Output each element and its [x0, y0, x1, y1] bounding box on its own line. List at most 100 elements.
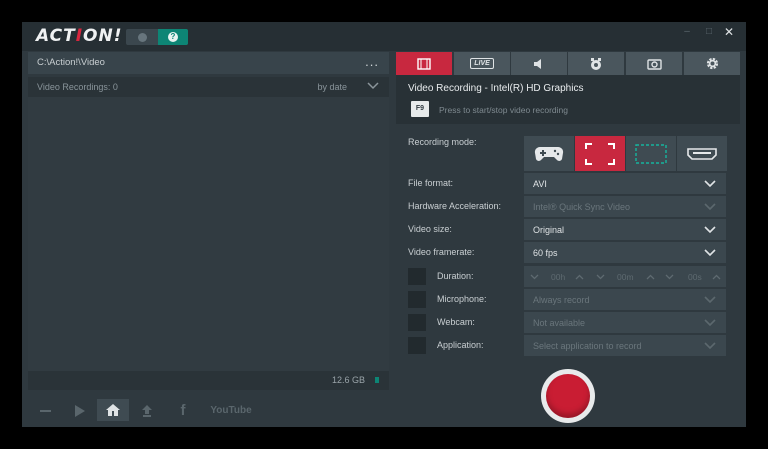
title-bar: ACTION! ? – □ ✕	[22, 22, 746, 51]
mode-fullscreen[interactable]	[575, 136, 625, 171]
toggle-off-dot	[138, 33, 147, 42]
video-recording-header: Video Recording - Intel(R) HD Graphics F…	[396, 75, 740, 124]
help-icon: ?	[168, 32, 178, 42]
recordings-path-bar: C:\Action!\Video ...	[28, 52, 389, 74]
hotkey-hint: Press to start/stop video recording	[439, 105, 568, 115]
fullscreen-icon	[585, 142, 615, 165]
video-size-value: Original	[533, 225, 565, 235]
application-value: Select application to record	[533, 341, 642, 351]
home-icon[interactable]	[97, 399, 129, 421]
video-recording-title: Video Recording - Intel(R) HD Graphics	[408, 83, 584, 94]
microphone-dropdown[interactable]: Always record	[524, 289, 726, 310]
duration-hours-value: 00h	[551, 271, 566, 282]
webcam-label: Webcam:	[437, 317, 475, 327]
hw-accel-dropdown[interactable]: Intel® Quick Sync Video	[524, 196, 726, 217]
video-size-dropdown[interactable]: Original	[524, 219, 726, 240]
chevron-down-icon	[704, 203, 716, 211]
tab-settings[interactable]	[684, 52, 740, 75]
toggle-on-segment: ?	[158, 29, 188, 45]
hdmi-icon	[687, 147, 717, 160]
file-format-dropdown[interactable]: AVI	[524, 173, 726, 194]
region-icon	[635, 143, 667, 164]
chevron-down-icon	[704, 319, 716, 327]
chevron-down-icon[interactable]	[596, 273, 605, 281]
tab-audio[interactable]	[511, 52, 567, 75]
microphone-label: Microphone:	[437, 294, 487, 304]
duration-seconds-value: 00s	[688, 271, 702, 282]
chevron-down-icon	[704, 180, 716, 188]
recordings-count: Video Recordings: 0	[37, 82, 118, 92]
microphone-value: Always record	[533, 295, 590, 305]
framerate-label: Video framerate:	[408, 247, 475, 257]
play-icon[interactable]	[64, 394, 96, 427]
duration-hours[interactable]: 00h	[530, 266, 590, 287]
chevron-down-icon	[704, 342, 716, 350]
duration-minutes[interactable]: 00m	[596, 266, 658, 287]
chevron-down-icon	[704, 249, 716, 257]
action-window: ACTION! ? – □ ✕ C:\Action!\Video ... Vid…	[22, 22, 746, 427]
chevron-up-icon[interactable]	[712, 273, 721, 281]
chevron-down-icon[interactable]	[530, 273, 539, 281]
mode-region[interactable]	[626, 136, 676, 171]
tab-live[interactable]: LIVE	[454, 52, 510, 75]
chevron-up-icon[interactable]	[575, 273, 584, 281]
tab-screenshot[interactable]	[626, 52, 682, 75]
record-icon	[546, 374, 590, 418]
recordings-list-header: Video Recordings: 0 by date	[28, 77, 389, 97]
framerate-dropdown[interactable]: 60 fps	[524, 242, 726, 263]
recording-mode-label: Recording mode:	[408, 137, 477, 147]
facebook-icon[interactable]: f	[167, 394, 199, 427]
application-label: Application:	[437, 340, 484, 350]
record-button[interactable]	[541, 369, 595, 423]
duration-seconds[interactable]: 00s	[665, 266, 725, 287]
tab-video[interactable]	[396, 52, 452, 75]
mode-game[interactable]	[524, 136, 574, 171]
recordings-path: C:\Action!\Video	[37, 57, 105, 68]
chevron-down-icon	[704, 296, 716, 304]
chevron-down-icon[interactable]	[367, 81, 379, 91]
speaker-icon	[534, 58, 541, 69]
gear-icon	[706, 57, 718, 70]
video-size-label: Video size:	[408, 224, 452, 234]
tab-benchmark[interactable]	[568, 52, 624, 75]
upload-icon[interactable]	[131, 394, 163, 427]
mode-hdmi[interactable]	[677, 136, 727, 171]
minimize-button[interactable]: –	[680, 25, 694, 39]
camera-icon	[646, 58, 662, 70]
maximize-button[interactable]: □	[702, 25, 716, 39]
application-checkbox[interactable]	[408, 337, 426, 354]
microphone-checkbox[interactable]	[408, 291, 426, 308]
application-dropdown[interactable]: Select application to record	[524, 335, 726, 356]
duration-minutes-value: 00m	[617, 271, 634, 282]
webcam-dropdown[interactable]: Not available	[524, 312, 726, 333]
film-icon	[417, 57, 431, 70]
hw-accel-label: Hardware Acceleration:	[408, 201, 502, 211]
playback-toolbar: f YouTube	[22, 394, 394, 427]
app-logo: ACTION!	[36, 26, 123, 46]
duration-stepper[interactable]: 00h 00m 00s	[524, 266, 726, 287]
framerate-value: 60 fps	[533, 248, 558, 258]
youtube-icon[interactable]: YouTube	[210, 394, 252, 427]
mode-toggle[interactable]: ?	[126, 29, 188, 45]
hw-accel-value: Intel® Quick Sync Video	[533, 202, 631, 212]
file-format-label: File format:	[408, 178, 454, 188]
recordings-list[interactable]	[28, 97, 389, 371]
duration-checkbox[interactable]	[408, 268, 426, 285]
minus-icon[interactable]	[30, 394, 62, 427]
disk-usage-bar: 12.6 GB	[28, 371, 389, 390]
hotkey-badge[interactable]: F9	[411, 101, 429, 117]
chevron-down-icon	[704, 226, 716, 234]
webcam-checkbox[interactable]	[408, 314, 426, 331]
gamepad-icon	[534, 146, 564, 161]
chevron-up-icon[interactable]	[646, 273, 655, 281]
main-tabs: LIVE	[396, 52, 740, 75]
close-button[interactable]: ✕	[722, 25, 736, 39]
webcam-value: Not available	[533, 318, 586, 328]
live-label: LIVE	[470, 58, 494, 69]
duration-label: Duration:	[437, 271, 474, 281]
browse-folder-button[interactable]: ...	[365, 54, 379, 69]
disk-free-space: 12.6 GB	[331, 375, 365, 385]
sort-selector[interactable]: by date	[317, 82, 347, 92]
chevron-down-icon[interactable]	[665, 273, 674, 281]
file-format-value: AVI	[533, 179, 547, 189]
